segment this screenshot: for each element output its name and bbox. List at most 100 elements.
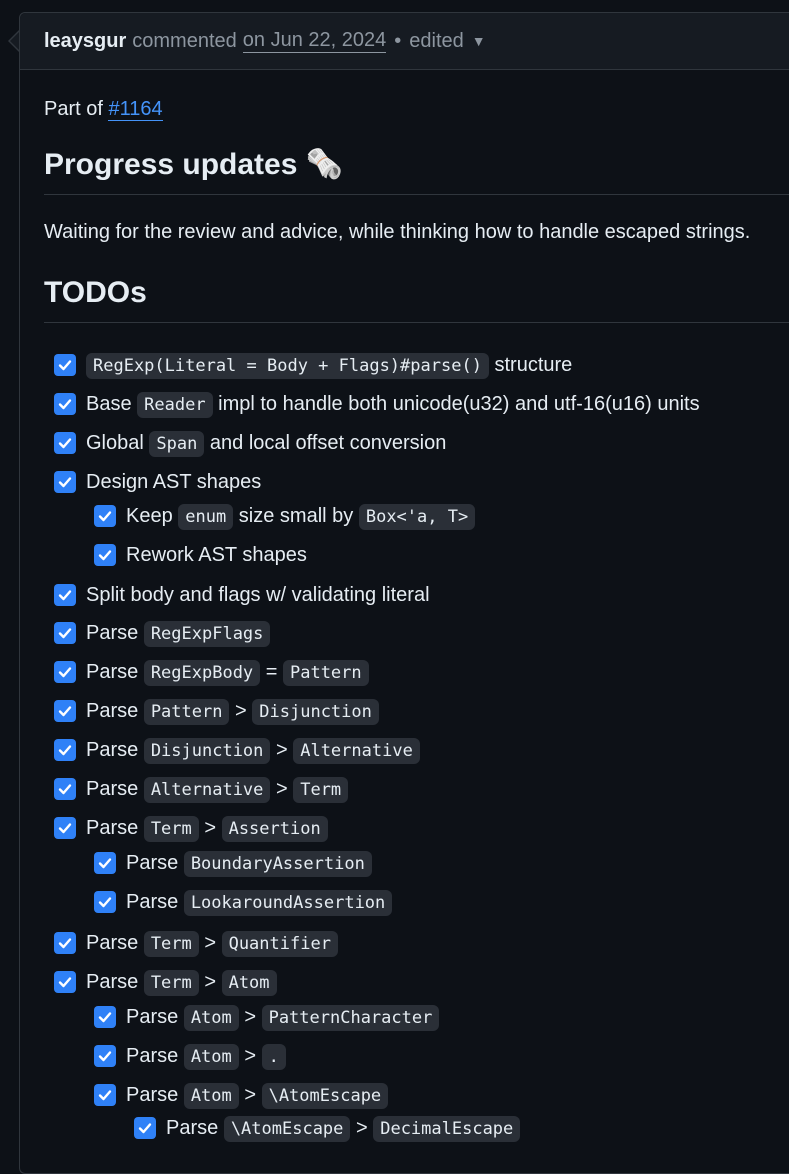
checkbox-checked-icon[interactable]: [54, 661, 76, 683]
todo-text: Parse: [86, 778, 139, 800]
todo-text: Parse: [86, 622, 139, 644]
todo-item: Parse Pattern > Disjunction: [44, 699, 789, 725]
todo-item: Global Span and local offset conversion: [44, 431, 789, 457]
todo-item: Parse Term > Assertion: [44, 816, 789, 842]
inline-code: Term: [143, 970, 199, 996]
todo-item: Keep enum size small by Box<'a, T>: [44, 504, 789, 530]
todo-text: Parse: [86, 739, 139, 761]
inline-code: Disjunction: [143, 738, 271, 764]
inline-code: DecimalEscape: [373, 1116, 521, 1142]
inline-code: .: [261, 1044, 286, 1070]
checkbox-checked-icon[interactable]: [54, 584, 76, 606]
inline-code: Term: [143, 816, 199, 842]
inline-code: Quantifier: [221, 931, 338, 957]
inline-code: Term: [293, 777, 349, 803]
checkbox-checked-icon[interactable]: [54, 471, 76, 493]
todo-item: Parse Atom > .: [44, 1044, 789, 1070]
chevron-down-icon[interactable]: ▼: [472, 33, 486, 49]
todo-text: Parse: [126, 1084, 179, 1106]
todo-item: Parse LookaroundAssertion: [44, 890, 789, 916]
inline-code: Alternative: [143, 777, 271, 803]
inline-code: RegExpBody: [143, 660, 261, 686]
checkbox-checked-icon[interactable]: [54, 739, 76, 761]
checkbox-checked-icon[interactable]: [54, 432, 76, 454]
inline-code: Term: [143, 931, 199, 957]
checkbox-checked-icon[interactable]: [94, 891, 116, 913]
todo-text: >: [275, 739, 288, 761]
todo-text: Parse: [126, 852, 179, 874]
todo-list: RegExp(Literal = Body + Flags)#parse() s…: [44, 353, 789, 1142]
todo-text: structure: [494, 354, 573, 376]
issue-link[interactable]: #1164: [108, 98, 163, 121]
inline-code: Assertion: [221, 816, 328, 842]
inline-code: Atom: [183, 1044, 239, 1070]
checkbox-checked-icon[interactable]: [94, 852, 116, 874]
inline-code: Disjunction: [252, 699, 379, 725]
todo-item: Base Reader impl to handle both unicode(…: [44, 392, 789, 418]
checkbox-checked-icon[interactable]: [94, 1006, 116, 1028]
progress-heading: Progress updates 🗞️: [44, 147, 789, 195]
inline-code: LookaroundAssertion: [183, 890, 393, 916]
checkbox-checked-icon[interactable]: [94, 505, 116, 527]
inline-code: Pattern: [282, 660, 369, 686]
todo-text: Parse: [86, 817, 139, 839]
checkbox-checked-icon[interactable]: [94, 1045, 116, 1067]
todo-text: >: [275, 778, 288, 800]
checkbox-checked-icon[interactable]: [94, 544, 116, 566]
todo-item: Parse RegExpFlags: [44, 621, 789, 647]
todo-item: RegExp(Literal = Body + Flags)#parse() s…: [44, 353, 789, 379]
todo-text: Parse: [126, 1006, 179, 1028]
todo-text: Design AST shapes: [86, 471, 262, 493]
todo-text: impl to handle both unicode(u32) and utf…: [218, 393, 700, 415]
inline-code: Alternative: [293, 738, 420, 764]
checkbox-checked-icon[interactable]: [94, 1084, 116, 1106]
todo-text: >: [244, 1084, 257, 1106]
inline-code: BoundaryAssertion: [183, 851, 372, 877]
progress-text: Waiting for the review and advice, while…: [44, 221, 751, 243]
todo-text: >: [355, 1117, 368, 1139]
todo-item: Design AST shapes: [44, 470, 789, 494]
inline-code: RegExpFlags: [143, 621, 271, 647]
inline-code: Atom: [183, 1083, 239, 1109]
inline-code: Reader: [137, 392, 213, 418]
todo-item: Parse Disjunction > Alternative: [44, 738, 789, 764]
todo-item: Parse Term > Atom: [44, 970, 789, 996]
todo-text: >: [204, 932, 217, 954]
todo-text: >: [244, 1006, 257, 1028]
todo-text: and local offset conversion: [209, 432, 447, 454]
todo-item: Parse Alternative > Term: [44, 777, 789, 803]
todo-text: Global: [86, 432, 144, 454]
checkbox-checked-icon[interactable]: [54, 778, 76, 800]
checkbox-checked-icon[interactable]: [54, 354, 76, 376]
checkbox-checked-icon[interactable]: [54, 817, 76, 839]
checkbox-checked-icon[interactable]: [54, 700, 76, 722]
checkbox-checked-icon[interactable]: [54, 622, 76, 644]
inline-code: Box<'a, T>: [358, 504, 476, 530]
todo-item: Parse BoundaryAssertion: [44, 851, 789, 877]
edited-label[interactable]: edited: [409, 30, 464, 53]
inline-code: Pattern: [143, 699, 230, 725]
todo-item: Split body and flags w/ validating liter…: [44, 583, 789, 607]
progress-heading-text: Progress updates: [44, 148, 298, 181]
todo-text: Base: [86, 393, 132, 415]
todo-item: Parse RegExpBody = Pattern: [44, 660, 789, 686]
checkbox-checked-icon[interactable]: [54, 932, 76, 954]
part-of-label: Part of: [44, 98, 103, 120]
todo-text: Keep: [126, 505, 173, 527]
comment-date-link[interactable]: on Jun 22, 2024: [242, 29, 387, 53]
inline-code: Atom: [183, 1005, 239, 1031]
todo-text: >: [235, 700, 247, 722]
inline-code: PatternCharacter: [261, 1005, 440, 1031]
todo-text: Parse: [86, 932, 139, 954]
inline-code: RegExp(Literal = Body + Flags)#parse(): [86, 353, 489, 379]
checkbox-checked-icon[interactable]: [54, 971, 76, 993]
checkbox-checked-icon[interactable]: [54, 393, 76, 415]
author-link[interactable]: leaysgur: [44, 30, 126, 53]
inline-code: \AtomEscape: [223, 1116, 351, 1142]
todo-text: Parse: [126, 1045, 179, 1067]
todo-text: Rework AST shapes: [126, 544, 307, 566]
checkbox-checked-icon[interactable]: [134, 1117, 156, 1139]
todo-text: size small by: [238, 505, 354, 527]
todo-item: Parse Atom > \AtomEscape: [44, 1083, 789, 1109]
todo-text: Parse: [86, 661, 139, 683]
